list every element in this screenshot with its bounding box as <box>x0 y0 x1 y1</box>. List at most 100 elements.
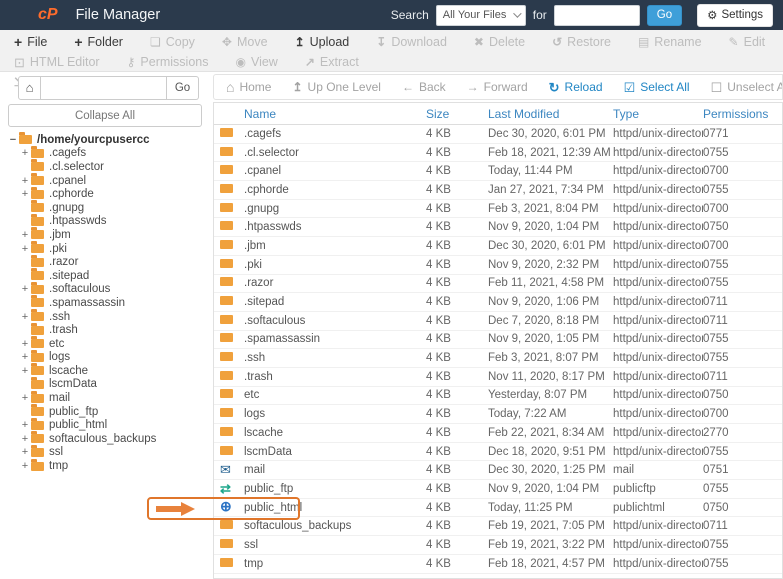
tree-item[interactable]: + tmp <box>8 458 208 473</box>
tree-expand-toggle[interactable]: + <box>20 351 30 363</box>
toolbar-button[interactable]: Delete <box>474 32 525 52</box>
nav-button[interactable]: Back <box>402 80 446 94</box>
toolbar-button[interactable]: Edit <box>729 32 766 52</box>
toolbar-button[interactable]: View <box>235 52 278 72</box>
path-input[interactable] <box>41 76 167 100</box>
tree-item[interactable]: + mail <box>8 390 208 405</box>
table-row[interactable]: .cpanel 4 KB Today, 11:44 PM httpd/unix-… <box>214 162 782 182</box>
tree-item[interactable]: + etc <box>8 336 208 351</box>
nav-button[interactable]: Select All <box>624 80 689 94</box>
table-row[interactable]: .razor 4 KB Feb 11, 2021, 4:58 PM httpd/… <box>214 275 782 294</box>
file-name[interactable]: etc <box>244 389 426 401</box>
toolbar-button[interactable]: Folder <box>74 32 123 52</box>
file-name[interactable]: ssl <box>244 539 426 551</box>
toolbar-button[interactable]: Download <box>376 32 447 52</box>
tree-item[interactable]: .razor <box>8 254 208 269</box>
tree-expand-toggle[interactable]: + <box>20 188 30 200</box>
file-name[interactable]: public_ftp <box>244 483 426 495</box>
nav-button[interactable]: Home <box>226 80 271 94</box>
tree-item[interactable]: + .softaculous <box>8 281 208 297</box>
table-row[interactable]: mail 4 KB Dec 30, 2020, 1:25 PM mail 075… <box>214 461 782 481</box>
toolbar-button[interactable]: File <box>14 32 47 52</box>
tree-item[interactable]: + .cphorde <box>8 186 208 201</box>
tree-item[interactable]: .spamassassin <box>8 295 208 310</box>
table-row[interactable]: ssl 4 KB Feb 19, 2021, 3:22 PM httpd/uni… <box>214 536 782 555</box>
tree-item[interactable]: + .ssh <box>8 309 208 324</box>
tree-item[interactable]: .gnupg <box>8 200 208 215</box>
tree-expand-toggle[interactable]: + <box>20 311 30 323</box>
file-name[interactable]: .razor <box>244 277 426 289</box>
file-name[interactable]: lscmData <box>244 446 426 458</box>
table-row[interactable]: .cagefs 4 KB Dec 30, 2020, 6:01 PM httpd… <box>214 125 782 144</box>
file-name[interactable]: .cl.selector <box>244 147 426 159</box>
tree-item[interactable]: + .pki <box>8 241 208 256</box>
table-row[interactable]: .softaculous 4 KB Dec 7, 2020, 8:18 PM h… <box>214 312 782 331</box>
tree-item[interactable]: + softaculous_backups <box>8 431 208 446</box>
path-home-button[interactable]: ⌂ <box>18 76 41 100</box>
file-name[interactable]: mail <box>244 464 426 476</box>
tree-expand-toggle[interactable]: + <box>20 147 30 159</box>
path-go-button[interactable]: Go <box>167 76 199 100</box>
file-name[interactable]: .ssh <box>244 352 426 364</box>
settings-button[interactable]: ⚙ Settings <box>697 3 773 27</box>
tree-item[interactable]: + public_html <box>8 417 208 432</box>
tree-item[interactable]: public_ftp <box>8 404 208 419</box>
search-go-button[interactable]: Go <box>646 4 683 26</box>
table-row[interactable]: .spamassassin 4 KB Nov 9, 2020, 1:05 PM … <box>214 331 782 350</box>
toolbar-button[interactable]: Copy <box>150 32 195 52</box>
file-name[interactable]: softaculous_backups <box>244 520 426 532</box>
file-name[interactable]: .pki <box>244 259 426 271</box>
search-input[interactable] <box>553 4 640 26</box>
tree-expand-toggle[interactable]: + <box>20 365 30 377</box>
table-row[interactable]: .trash 4 KB Nov 11, 2020, 8:17 PM httpd/… <box>214 368 782 387</box>
tree-item[interactable]: + .cpanel <box>8 173 208 188</box>
tree-expand-toggle[interactable]: + <box>20 433 30 445</box>
table-row[interactable]: logs 4 KB Today, 7:22 AM httpd/unix-dire… <box>214 405 782 424</box>
tree-item[interactable]: .cl.selector <box>8 159 208 174</box>
table-row[interactable]: lscache 4 KB Feb 22, 2021, 8:34 AM httpd… <box>214 424 782 443</box>
tree-expand-toggle[interactable]: + <box>20 460 30 472</box>
nav-button[interactable]: Forward <box>467 80 528 94</box>
column-header-size[interactable]: Size <box>426 107 488 121</box>
tree-collapse-toggle[interactable]: − <box>8 134 18 146</box>
toolbar-button[interactable]: Upload <box>295 32 350 52</box>
nav-button[interactable]: Up One Level <box>292 80 381 94</box>
tree-expand-toggle[interactable]: + <box>20 175 30 187</box>
file-name[interactable]: tmp <box>244 558 426 570</box>
tree-expand-toggle[interactable]: + <box>20 338 30 350</box>
file-name[interactable]: lscache <box>244 427 426 439</box>
table-row[interactable]: .cl.selector 4 KB Feb 18, 2021, 12:39 AM… <box>214 144 782 163</box>
file-name[interactable]: .cpanel <box>244 165 426 177</box>
tree-item[interactable]: .htpasswds <box>8 213 208 229</box>
tree-item[interactable]: lscmData <box>8 376 208 392</box>
tree-item[interactable]: + .jbm <box>8 227 208 242</box>
tree-item[interactable]: .sitepad <box>8 268 208 283</box>
table-row[interactable]: public_html 4 KB Today, 11:25 PM publich… <box>214 499 782 518</box>
collapse-all-button[interactable]: Collapse All <box>8 104 202 127</box>
file-name[interactable]: .cphorde <box>244 184 426 196</box>
tree-expand-toggle[interactable]: + <box>20 392 30 404</box>
search-scope-select[interactable]: All Your Files <box>435 4 526 26</box>
tree-item[interactable]: + ssl <box>8 444 208 460</box>
tree-item[interactable]: + .cagefs <box>8 145 208 161</box>
column-header-type[interactable]: Type <box>613 107 703 121</box>
table-row[interactable]: .gnupg 4 KB Feb 3, 2021, 8:04 PM httpd/u… <box>214 200 782 219</box>
nav-button[interactable]: Reload <box>549 80 603 94</box>
table-row[interactable]: .htpasswds 4 KB Nov 9, 2020, 1:04 PM htt… <box>214 218 782 238</box>
file-name[interactable]: logs <box>244 408 426 420</box>
column-header-last-modified[interactable]: Last Modified <box>488 107 613 121</box>
toolbar-button[interactable]: Restore <box>552 32 611 52</box>
tree-expand-toggle[interactable]: + <box>20 243 30 255</box>
table-row[interactable]: .ssh 4 KB Feb 3, 2021, 8:07 PM httpd/uni… <box>214 349 782 368</box>
file-name[interactable]: .sitepad <box>244 296 426 308</box>
tree-expand-toggle[interactable]: + <box>20 446 30 458</box>
table-row[interactable]: lscmData 4 KB Dec 18, 2020, 9:51 PM http… <box>214 443 782 462</box>
tree-item[interactable]: .trash <box>8 322 208 337</box>
toolbar-button[interactable]: Rename <box>638 32 701 52</box>
tree-item[interactable]: + logs <box>8 349 208 365</box>
tree-expand-toggle[interactable]: + <box>20 283 30 295</box>
tree-root[interactable]: − /home/yourcpusercc <box>8 132 208 147</box>
toolbar-button[interactable]: HTML Editor <box>14 52 100 72</box>
file-name[interactable]: .softaculous <box>244 315 426 327</box>
toolbar-button[interactable]: Extract <box>305 52 359 72</box>
